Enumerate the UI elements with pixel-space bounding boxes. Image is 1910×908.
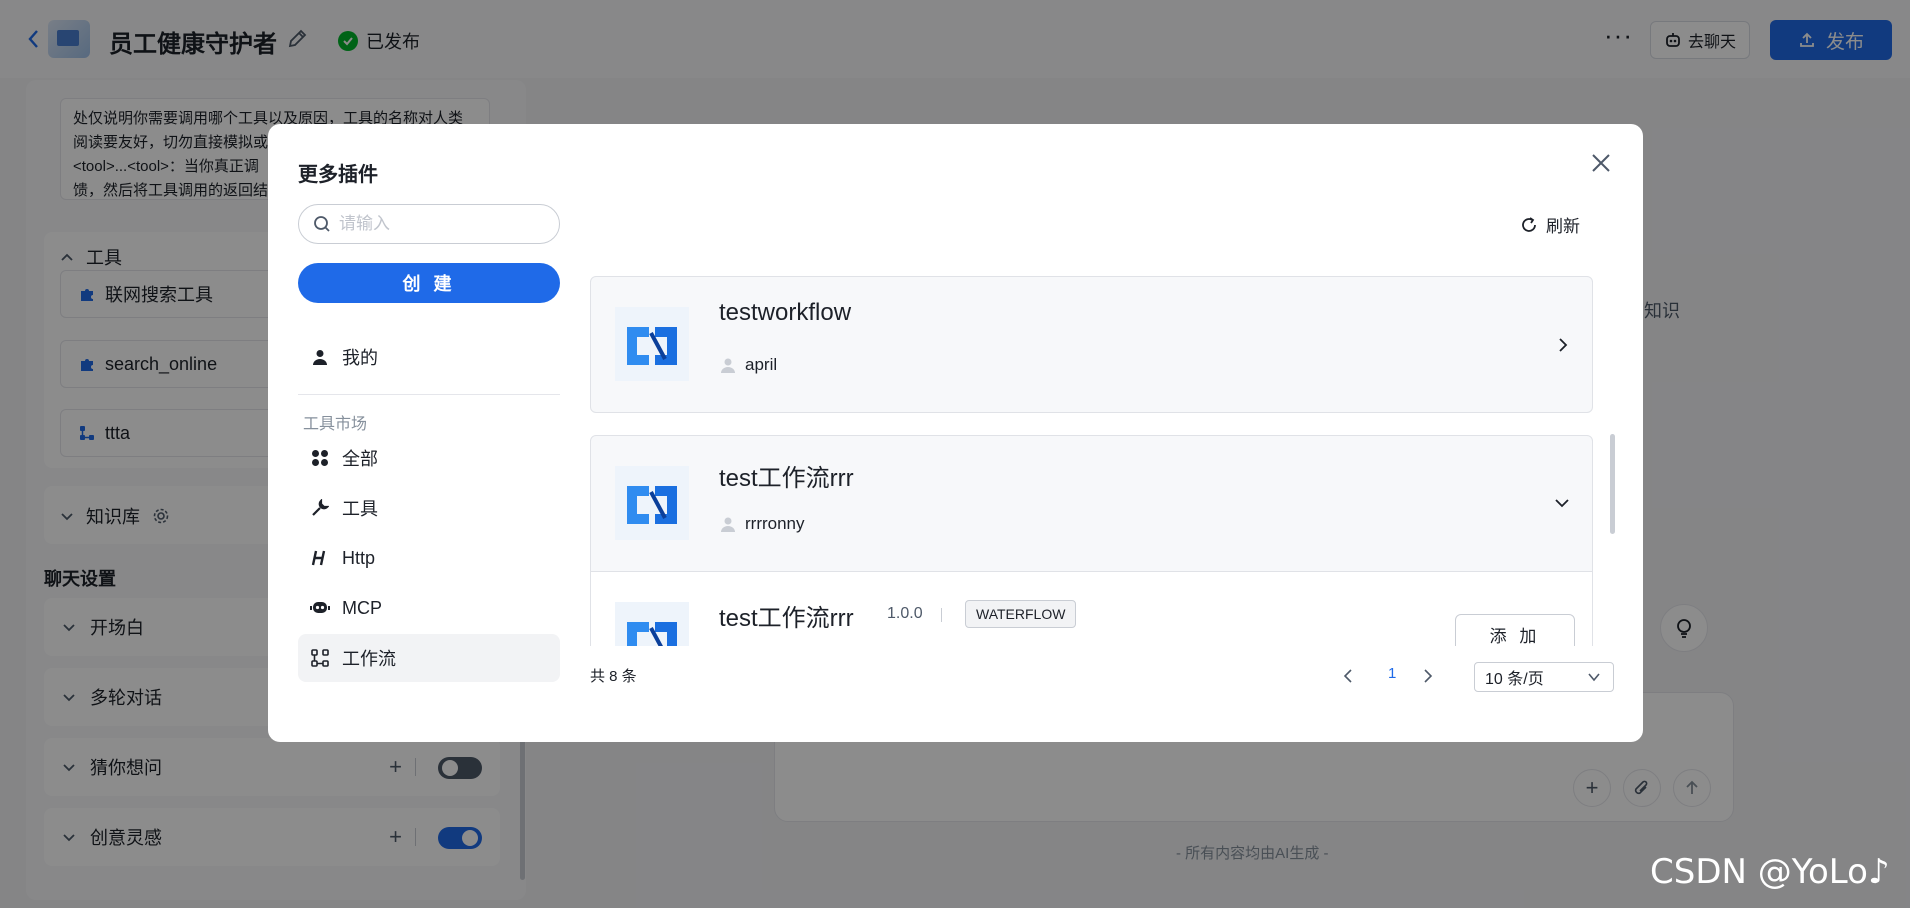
plugin-name: test工作流rrr	[719, 605, 854, 632]
author-name: rrrronny	[745, 514, 805, 533]
plugin-card[interactable]: testworkflow april	[590, 276, 1593, 413]
nav-item-all[interactable]: 全部	[298, 434, 560, 482]
modal-title: 更多插件	[298, 164, 378, 186]
user-avatar-icon	[721, 358, 735, 373]
nav-label: Http	[342, 547, 376, 568]
nav-group-label: 工具市场	[303, 416, 368, 433]
nav-item-mcp[interactable]: MCP	[298, 584, 560, 632]
user-icon	[310, 347, 330, 367]
robot-icon	[310, 598, 330, 618]
workflow-icon	[310, 648, 330, 668]
divider	[941, 608, 942, 622]
nav-label: 工具	[342, 499, 378, 519]
total-count: 共 8 条	[590, 668, 637, 685]
page-number[interactable]: 1	[1388, 665, 1396, 682]
plugin-type-tag: WATERFLOW	[965, 600, 1077, 628]
plugin-author: april	[719, 355, 777, 375]
chevron-down-icon[interactable]	[1554, 496, 1570, 510]
nav-label: 工作流	[342, 649, 396, 669]
search-icon	[314, 216, 330, 232]
plugin-list: testworkflow april test工作流rrr rrrronny t…	[590, 276, 1593, 646]
user-avatar-icon	[721, 517, 735, 532]
workflow-logo-icon	[615, 307, 689, 381]
http-icon	[310, 548, 330, 568]
divider	[298, 394, 560, 395]
author-name: april	[745, 355, 778, 374]
nav-item-workflow[interactable]: 工作流	[298, 634, 560, 682]
list-scrollbar[interactable]	[1610, 434, 1615, 534]
chevron-down-icon	[1588, 673, 1600, 682]
more-plugins-modal: 更多插件 创 建 我的 工具市场 全部 工具 Http MCP 工作流 刷新 t…	[268, 124, 1643, 742]
refresh-button[interactable]: 刷新	[1520, 212, 1580, 237]
refresh-label: 刷新	[1546, 217, 1580, 236]
nav-label: MCP	[342, 597, 382, 618]
chevron-left-icon[interactable]	[1342, 668, 1354, 684]
plugin-version-item[interactable]: test工作流rrr 1.0.0 WATERFLOW 添 加	[590, 572, 1593, 646]
plugin-version: 1.0.0	[887, 605, 923, 622]
wrench-icon	[310, 498, 330, 518]
nav-label: 我的	[342, 348, 378, 368]
nav-item-http[interactable]: Http	[298, 534, 560, 582]
nav-label: 全部	[342, 449, 378, 469]
chevron-right-icon[interactable]	[1556, 337, 1570, 353]
page-size-value: 10 条/页	[1485, 671, 1544, 688]
add-plugin-button[interactable]: 添 加	[1455, 614, 1575, 646]
close-icon[interactable]	[1588, 150, 1614, 176]
refresh-icon	[1522, 216, 1536, 232]
plugin-name: test工作流rrr	[719, 465, 854, 492]
nav-item-mine[interactable]: 我的	[298, 333, 560, 381]
search-input-box[interactable]	[298, 204, 560, 244]
workflow-logo-icon	[615, 602, 689, 646]
create-button[interactable]: 创 建	[298, 263, 560, 303]
nav-item-tools[interactable]: 工具	[298, 484, 560, 532]
chevron-right-icon[interactable]	[1422, 668, 1434, 684]
grid-icon	[310, 448, 330, 468]
plugin-author: rrrronny	[719, 514, 805, 534]
watermark: CSDN @YoLo♪	[1650, 852, 1890, 892]
search-input[interactable]	[339, 214, 549, 234]
workflow-logo-icon	[615, 466, 689, 540]
plugin-card[interactable]: test工作流rrr rrrronny	[590, 435, 1593, 572]
page-size-select[interactable]: 10 条/页	[1474, 662, 1614, 692]
plugin-name: testworkflow	[719, 299, 852, 326]
